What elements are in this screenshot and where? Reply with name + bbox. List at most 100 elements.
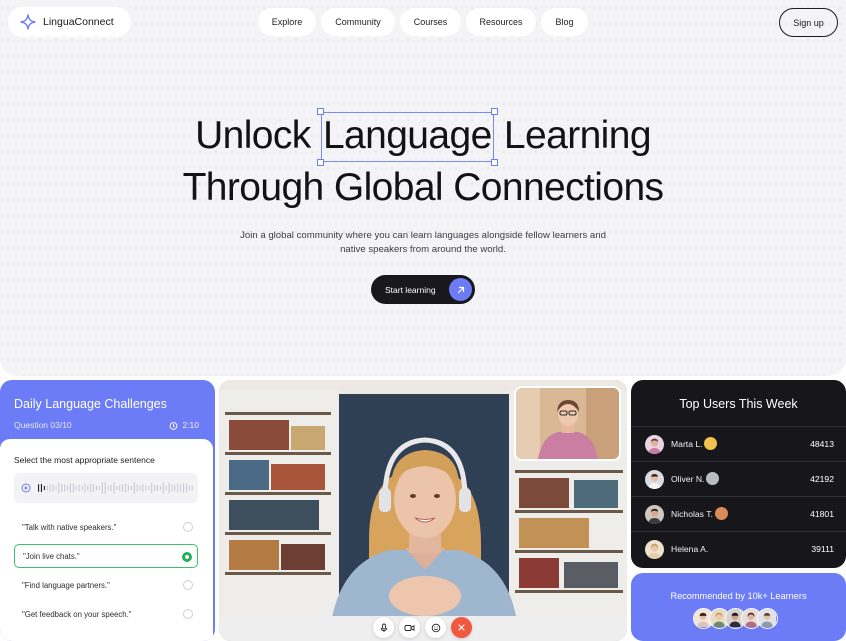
waveform-bar — [188, 485, 190, 491]
waveform-bar — [64, 484, 66, 492]
avatar — [645, 470, 664, 489]
leaderboard-row[interactable]: Oliver N. 42192 — [631, 461, 846, 496]
top-users-card: Top Users This Week Marta L. 48413 Olive… — [631, 380, 846, 568]
waveform-bar — [125, 483, 127, 493]
end-call-button[interactable] — [451, 617, 472, 638]
question-counter: Question 03/10 — [14, 420, 72, 430]
video-call-thumbnail[interactable] — [514, 386, 621, 461]
daily-challenge-card: Daily Language Challenges Question 03/10… — [0, 380, 215, 641]
radio-button-checked[interactable] — [182, 552, 192, 562]
emoji-icon — [431, 623, 440, 632]
arrow-up-right-icon — [449, 278, 472, 301]
user-name: Oliver N. — [671, 474, 705, 484]
waveform-bar — [151, 483, 153, 493]
waveform-bar — [174, 485, 176, 491]
waveform-bar — [46, 485, 48, 491]
waveform-bar — [133, 482, 135, 494]
waveform-bar — [75, 486, 77, 490]
selection-handle[interactable] — [490, 108, 498, 115]
challenge-title: Daily Language Challenges — [14, 397, 167, 411]
microphone-icon — [380, 623, 387, 632]
avatar — [645, 505, 664, 524]
waveform-bar — [40, 483, 42, 493]
answer-option-text: "Join live chats." — [23, 551, 80, 561]
waveform-bar — [162, 482, 164, 494]
selection-handle[interactable] — [316, 159, 324, 166]
challenge-prompt: Select the most appropriate sentence — [14, 455, 155, 465]
nav-resources[interactable]: Resources — [466, 8, 536, 36]
selection-box — [320, 112, 494, 162]
waveform-bar — [98, 486, 100, 490]
leaderboard-title: Top Users This Week — [679, 397, 798, 411]
waveform-bar — [136, 484, 138, 492]
waveform-bar — [122, 484, 124, 492]
leaderboard-row[interactable]: Nicholas T. 41801 — [631, 496, 846, 531]
user-name: Helena A. — [671, 544, 709, 554]
challenge-body: Select the most appropriate sentence "Ta… — [0, 439, 213, 641]
signup-button[interactable]: Sign up — [779, 8, 838, 37]
waveform-bar — [130, 485, 132, 491]
headline-word-learning: Learning — [503, 114, 652, 157]
gold-medal-icon — [704, 437, 717, 450]
answer-option-selected[interactable]: "Join live chats." — [14, 544, 198, 568]
waveform-bar — [148, 485, 150, 491]
waveform-bar — [177, 483, 179, 493]
waveform-bar — [78, 484, 80, 492]
nav-courses[interactable]: Courses — [400, 8, 461, 36]
waveform-bar — [55, 486, 57, 490]
challenge-timer: 2:10 — [169, 420, 199, 430]
radio-button[interactable] — [183, 609, 193, 619]
answer-option[interactable]: "Find language partners." — [14, 573, 198, 597]
waveform-bar — [185, 483, 187, 493]
answer-option[interactable]: "Talk with native speakers." — [14, 515, 198, 539]
user-score: 39111 — [811, 544, 834, 554]
waveform-bar — [96, 485, 98, 491]
waveform-bar — [110, 484, 112, 492]
audio-waveform[interactable] — [14, 473, 198, 503]
user-name: Nicholas T. — [671, 509, 713, 519]
bronze-medal-icon — [715, 507, 728, 520]
nav-explore[interactable]: Explore — [258, 8, 316, 36]
waveform-bar — [191, 485, 193, 491]
silver-medal-icon — [706, 472, 719, 485]
waveform-bar — [81, 485, 83, 491]
waveform-bar — [107, 485, 109, 491]
waveform-bar — [159, 486, 161, 490]
hero-headline-line1: Unlock Language Learning — [0, 108, 846, 166]
camera-button[interactable] — [399, 617, 420, 638]
recommended-text: Recommended by 10k+ Learners — [670, 591, 807, 601]
waveform-bar — [113, 482, 115, 494]
microphone-button[interactable] — [373, 617, 394, 638]
leaderboard-row[interactable]: Marta L. 48413 — [631, 426, 846, 461]
waveform-bar — [101, 482, 103, 494]
answer-option[interactable]: "Get feedback on your speech." — [14, 602, 198, 626]
waveform-bar — [84, 483, 86, 493]
nav-community[interactable]: Community — [321, 8, 395, 36]
headline-word-unlock: Unlock — [195, 114, 311, 157]
waveform-bar — [104, 482, 106, 494]
waveform-bar — [168, 482, 170, 494]
selection-handle[interactable] — [490, 159, 498, 166]
timer-icon — [170, 421, 178, 430]
waveform-bar — [67, 485, 69, 491]
radio-button[interactable] — [183, 522, 193, 532]
nav-blog[interactable]: Blog — [541, 8, 588, 36]
waveform-bar — [116, 485, 118, 491]
play-icon[interactable] — [21, 483, 31, 493]
answer-option-text: "Talk with native speakers." — [22, 522, 117, 532]
logo[interactable]: LinguaConnect — [8, 7, 131, 37]
user-score: 42192 — [810, 474, 834, 484]
emoji-button[interactable] — [425, 617, 446, 638]
hero-headline-line2: Through Global Connections — [182, 166, 664, 209]
waveform-bar — [90, 483, 92, 493]
leaderboard-row[interactable]: Helena A. 39111 — [631, 531, 846, 566]
user-score: 41801 — [810, 509, 834, 519]
radio-button[interactable] — [183, 580, 193, 590]
hero-subtext: Join a global community where you can le… — [0, 229, 846, 257]
selection-handle[interactable] — [316, 108, 324, 115]
start-learning-button[interactable]: Start learning — [371, 275, 475, 304]
waveform-bar — [119, 484, 121, 492]
hero-subtext-line: Join a global community where you can le… — [240, 230, 606, 241]
headline-selected-word[interactable]: Language — [316, 108, 498, 166]
waveform-bar — [52, 484, 54, 492]
